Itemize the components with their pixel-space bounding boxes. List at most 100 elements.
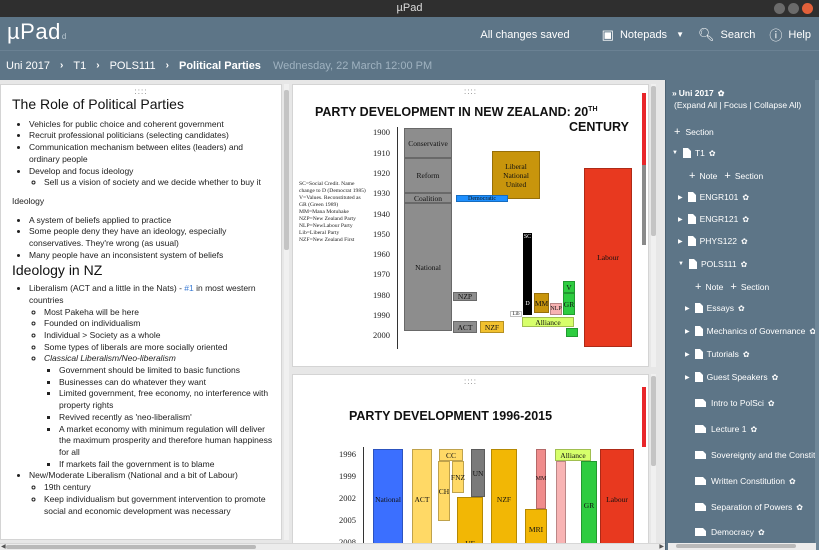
- drag-handle[interactable]: ::::: [135, 88, 148, 96]
- section-tutorials[interactable]: ▶ Tutorials ✿: [685, 349, 750, 359]
- note-icon: [695, 399, 706, 407]
- collapse-explorer-icon[interactable]: »: [672, 88, 677, 98]
- gear-icon[interactable]: ✿: [718, 89, 725, 98]
- note-lecture-1[interactable]: Lecture 1 ✿: [695, 424, 757, 434]
- drag-handle[interactable]: ::::: [464, 88, 477, 96]
- section-icon: [687, 236, 696, 246]
- breadcrumb-section[interactable]: T1: [73, 60, 86, 72]
- search-label: Search: [720, 28, 756, 41]
- explorer-scrollbar[interactable]: [815, 80, 819, 550]
- image-element-scrollbar[interactable]: [651, 84, 656, 367]
- note-written-constitution[interactable]: Written Constitution ✿: [695, 476, 796, 486]
- gear-icon[interactable]: ✿: [789, 477, 796, 486]
- section-guest-speakers[interactable]: ▶ Guest Speakers ✿: [685, 372, 778, 382]
- roles-list: Vehicles for public choice and coherent …: [12, 119, 273, 189]
- canvas-horizontal-scrollbar[interactable]: ◀ ▶: [0, 543, 665, 550]
- plus-icon[interactable]: +: [689, 170, 695, 182]
- minimize-button[interactable]: [774, 3, 785, 14]
- notepads-menu-button[interactable]: ▣ Notepads ▼: [602, 27, 684, 43]
- save-status: All changes saved: [480, 28, 570, 41]
- triangle-right-icon[interactable]: ▶: [685, 305, 690, 312]
- section-phys122[interactable]: ▶ PHYS122 ✿: [678, 236, 748, 246]
- scrollbar-thumb[interactable]: [6, 545, 256, 549]
- gear-icon[interactable]: ✿: [742, 215, 749, 224]
- section-label: ENGR101: [699, 192, 739, 202]
- close-button[interactable]: [802, 3, 813, 14]
- gear-icon[interactable]: ✿: [709, 149, 716, 158]
- gear-icon[interactable]: ✿: [796, 503, 803, 512]
- image-element-scrollbar[interactable]: [651, 374, 656, 544]
- footnote-link[interactable]: #1: [184, 283, 193, 293]
- section-t1[interactable]: ▼ T1 ✿: [672, 148, 716, 158]
- triangle-down-icon[interactable]: ▼: [672, 150, 678, 156]
- section-pols111[interactable]: ▼ POLS111 ✿: [678, 259, 747, 269]
- explorer-notepad[interactable]: » Uni 2017 ✿: [672, 88, 724, 98]
- drag-handle[interactable]: ::::: [464, 378, 477, 386]
- gear-icon[interactable]: ✿: [742, 193, 749, 202]
- section-engr121[interactable]: ▶ ENGR121 ✿: [678, 214, 749, 224]
- block-mana-motuhake: MM: [536, 449, 546, 509]
- scrollbar-thumb[interactable]: [815, 80, 819, 550]
- block-act: ACT: [453, 321, 477, 333]
- gear-icon[interactable]: ✿: [743, 350, 750, 359]
- scroll-right-icon[interactable]: ▶: [659, 543, 664, 550]
- breadcrumb-notepad[interactable]: Uni 2017: [6, 60, 50, 72]
- add-section-button[interactable]: + Section: [674, 126, 714, 138]
- legend-entry: NLP=NewLabour Party: [299, 223, 353, 229]
- triangle-right-icon[interactable]: ▶: [678, 216, 683, 223]
- plus-icon[interactable]: +: [730, 281, 736, 293]
- gear-icon[interactable]: ✿: [738, 304, 745, 313]
- triangle-down-icon[interactable]: ▼: [678, 261, 684, 267]
- gear-icon[interactable]: ✿: [758, 528, 765, 537]
- explorer-horizontal-scrollbar[interactable]: [668, 543, 816, 550]
- add-section-label[interactable]: Section: [735, 171, 763, 181]
- block-democrat: D: [523, 293, 532, 315]
- note-label: Intro to PolSci: [711, 398, 764, 408]
- add-section-label[interactable]: Section: [741, 282, 769, 292]
- image-element-20th-century[interactable]: :::: PARTY DEVELOPMENT IN NEW ZEALAND: 2…: [292, 84, 649, 367]
- maximize-button[interactable]: [788, 3, 799, 14]
- note-separation-of-powers[interactable]: Separation of Powers ✿: [695, 502, 803, 512]
- triangle-right-icon[interactable]: ▶: [685, 374, 690, 381]
- section-essays[interactable]: ▶ Essays ✿: [685, 303, 745, 313]
- section-engr101[interactable]: ▶ ENGR101 ✿: [678, 192, 749, 202]
- triangle-right-icon[interactable]: ▶: [678, 238, 683, 245]
- brand-suffix: d: [61, 32, 67, 41]
- chevron-right-icon: ›: [60, 60, 64, 71]
- image-element-1996-2015[interactable]: :::: PARTY DEVELOPMENT 1996-2015 1996 19…: [292, 374, 649, 544]
- note-canvas[interactable]: :::: The Role of Political Parties Vehic…: [0, 80, 665, 550]
- add-note-label[interactable]: Note: [705, 282, 723, 292]
- note-label: Democracy: [711, 527, 754, 537]
- gear-icon[interactable]: ✿: [741, 237, 748, 246]
- scrollbar-thumb[interactable]: [651, 86, 656, 236]
- triangle-right-icon[interactable]: ▶: [685, 351, 690, 358]
- note-sovereignty[interactable]: Sovereignty and the Constitution: [695, 450, 819, 460]
- list-item: If markets fail the government is to bla…: [59, 459, 273, 471]
- section-mechanics[interactable]: ▶ Mechanics of Governance ✿: [685, 326, 816, 336]
- text-element[interactable]: :::: The Role of Political Parties Vehic…: [0, 84, 282, 540]
- scroll-left-icon[interactable]: ◀: [1, 543, 6, 550]
- triangle-right-icon[interactable]: ▶: [678, 194, 683, 201]
- breadcrumb-subsection[interactable]: POLS111: [110, 60, 156, 72]
- section-label: Essays: [706, 303, 735, 313]
- app-logo[interactable]: µPadd: [7, 19, 67, 45]
- explorer-controls[interactable]: (Expand All | Focus | Collapse All): [674, 100, 801, 110]
- gear-icon[interactable]: ✿: [768, 399, 775, 408]
- gear-icon[interactable]: ✿: [741, 260, 748, 269]
- scrollbar-thumb[interactable]: [284, 90, 289, 250]
- gear-icon[interactable]: ✿: [772, 373, 779, 382]
- chart-title: PARTY DEVELOPMENT IN NEW ZEALAND: 20TH: [315, 105, 598, 119]
- note-democracy[interactable]: Democracy ✿: [695, 527, 765, 537]
- triangle-right-icon[interactable]: ▶: [685, 328, 690, 335]
- gear-icon[interactable]: ✿: [750, 425, 757, 434]
- year-label: 1920: [373, 168, 390, 178]
- scrollbar-thumb[interactable]: [651, 376, 656, 466]
- note-intro-polsci[interactable]: Intro to PolSci ✿: [695, 398, 775, 408]
- plus-icon[interactable]: +: [724, 170, 730, 182]
- search-button[interactable]: 🔍︎ Search: [698, 27, 755, 43]
- add-note-label[interactable]: Note: [699, 171, 717, 181]
- help-button[interactable]: ⓘ Help: [769, 25, 811, 44]
- plus-icon[interactable]: +: [695, 281, 701, 293]
- text-element-scrollbar[interactable]: [284, 84, 289, 540]
- scrollbar-thumb[interactable]: [676, 544, 796, 548]
